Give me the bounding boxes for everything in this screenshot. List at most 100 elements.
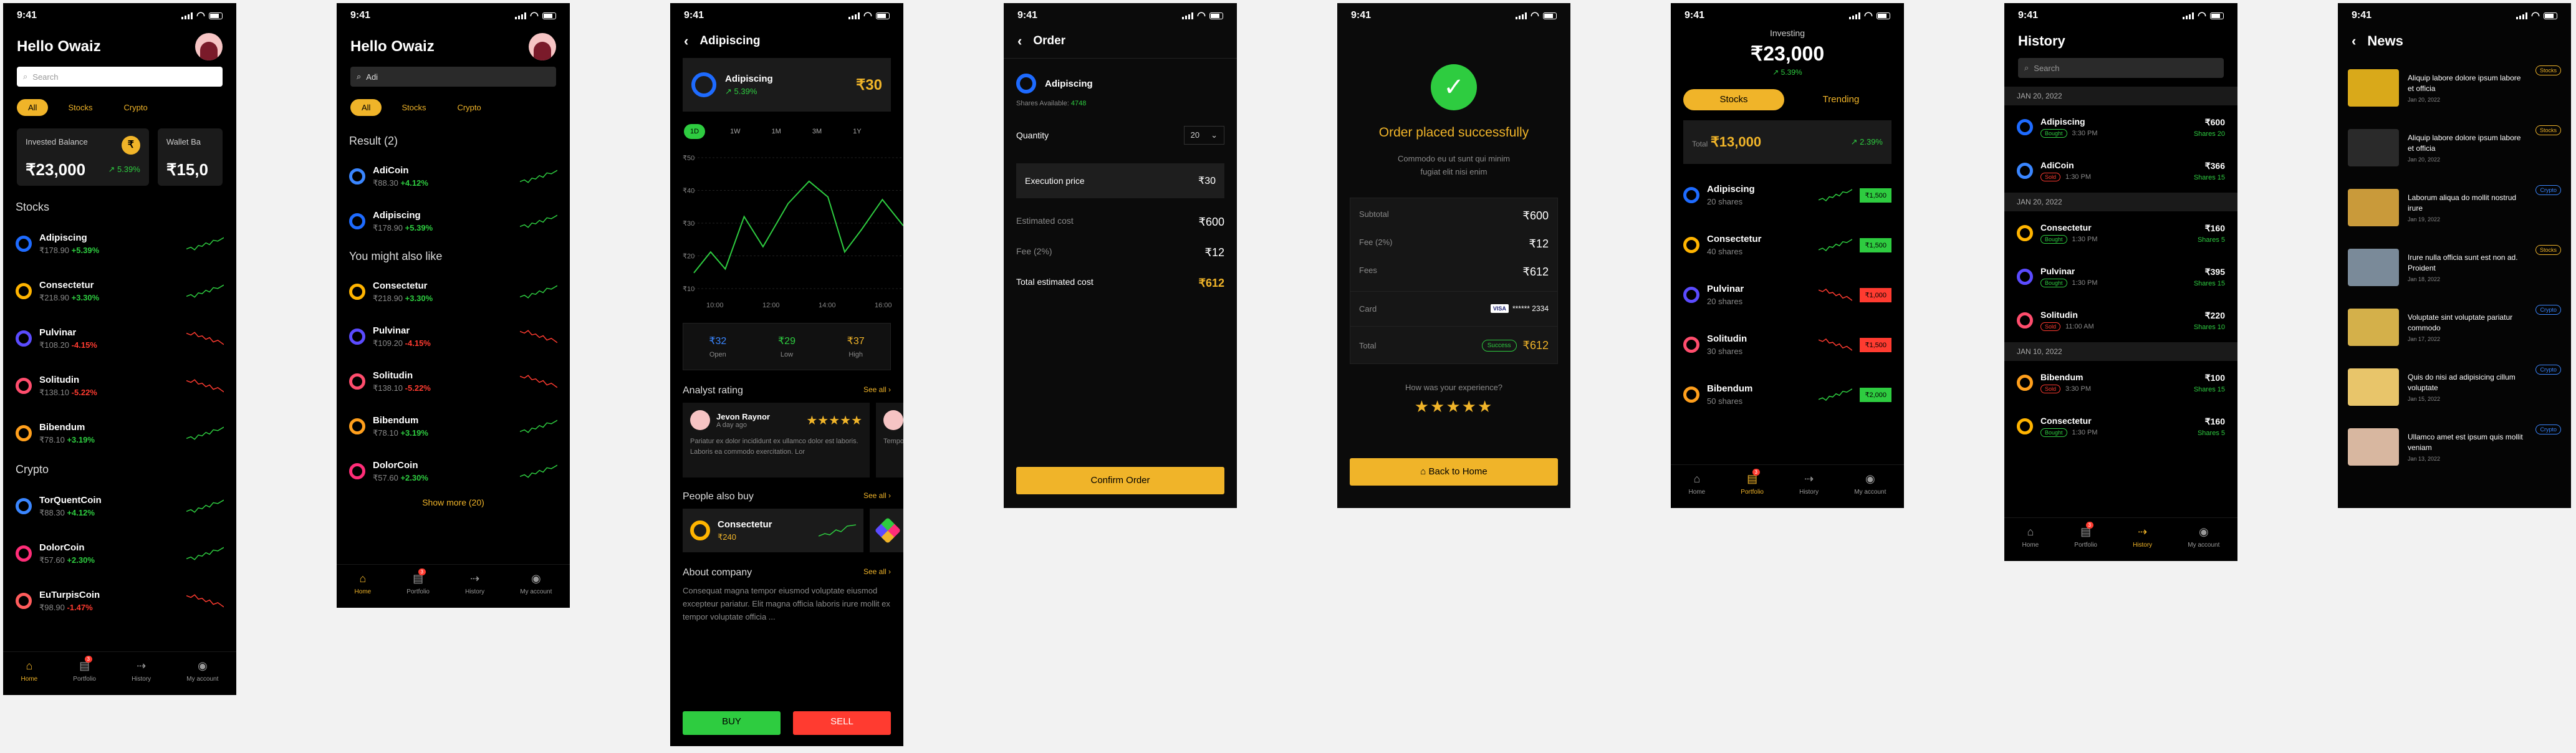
result-row[interactable]: AdiCoin ₹88.30 +4.12% [337, 154, 570, 199]
tab-account[interactable]: ◉ My account [186, 659, 218, 695]
history-row[interactable]: Adipiscing Bought 3:30 PM ₹600 Shares 20 [2004, 105, 2237, 149]
stock-row[interactable]: Consectetur ₹218.90 +3.30% [3, 267, 236, 315]
holding-row[interactable]: Pulvinar 20 shares ₹1,000 [1671, 270, 1904, 320]
tab-trending[interactable]: Trending [1790, 89, 1891, 110]
filter-crypto[interactable]: Crypto [112, 99, 158, 116]
status-icons: ◠ [2516, 9, 2557, 22]
filter-all[interactable]: All [350, 99, 382, 116]
range-1m[interactable]: 1M [766, 124, 787, 139]
news-item[interactable]: Ullamco amet est ipsum quis mollit venia… [2338, 417, 2571, 477]
sell-button[interactable]: SELL [793, 711, 891, 735]
filter-all[interactable]: All [17, 99, 49, 116]
wallet-balance-card[interactable]: Wallet Ba ₹15,0 [157, 128, 223, 186]
tab-home[interactable]: ⌂ Home [21, 659, 38, 695]
rating-stars-icon[interactable]: ★★★★★ [1337, 397, 1570, 416]
stock-row[interactable]: Pulvinar ₹108.20 -4.15% [3, 315, 236, 362]
news-item[interactable]: Aliquip labore dolore ipsum labore et of… [2338, 118, 2571, 178]
row-text: AdiCoin Sold 1:30 PM [2040, 160, 2186, 181]
tab-home[interactable]: ⌂ Home [1689, 472, 1706, 508]
show-more-link[interactable]: Show more (20) [337, 497, 570, 507]
tab-history[interactable]: ⇢ History [1799, 472, 1819, 508]
row-text: Adipiscing ₹178.90 +5.39% [39, 233, 179, 256]
row-sub: Sold 11:00 AM [2040, 322, 2186, 331]
analyst-see-all-link[interactable]: See all › [863, 385, 891, 396]
news-item[interactable]: Laborum aliqua do mollit nostrud irure Ja… [2338, 178, 2571, 237]
tab-portfolio[interactable]: ▤ Portfolio 3 [406, 568, 430, 608]
news-date: Jan 18, 2022 [2408, 276, 2441, 283]
holding-row[interactable]: Bibendum 50 shares ₹2,000 [1671, 370, 1904, 420]
buy-button[interactable]: BUY [683, 711, 781, 735]
tab-history[interactable]: ⇢ History [132, 659, 151, 695]
crypto-row[interactable]: DolorCoin ₹57.60 +2.30% [3, 530, 236, 577]
tab-portfolio[interactable]: ▤ Portfolio 3 [1741, 469, 1764, 508]
news-item[interactable]: Voluptate sint voluptate pariatur commod… [2338, 297, 2571, 357]
stock-row[interactable]: Solitudin ₹138.10 -5.22% [3, 362, 236, 410]
range-1d[interactable]: 1D [684, 124, 706, 139]
also-row[interactable]: Solitudin ₹138.10 -5.22% [337, 359, 570, 404]
result-row[interactable]: Adipiscing ₹178.90 +5.39% [337, 199, 570, 244]
also-buy-card[interactable]: Consectetur ₹240 [683, 509, 863, 552]
search-input[interactable]: ⌕ Search [2018, 58, 2224, 78]
filter-crypto[interactable]: Crypto [446, 99, 492, 116]
crypto-row[interactable]: EuTurpisCoin ₹98.90 -1.47% [3, 577, 236, 625]
tab-portfolio[interactable]: ▤ Portfolio 3 [2074, 522, 2097, 561]
search-input[interactable]: ⌕ Search [17, 67, 223, 87]
tab-account[interactable]: ◉ My account [2188, 525, 2219, 561]
row-change: +3.30% [71, 292, 100, 302]
history-row[interactable]: Bibendum Sold 3:30 PM ₹100 Shares 15 [2004, 361, 2237, 405]
tab-stocks[interactable]: Stocks [1683, 89, 1784, 110]
filter-stocks[interactable]: Stocks [390, 99, 437, 116]
sparkline-icon [1819, 239, 1853, 252]
confirm-order-button[interactable]: Confirm Order [1016, 467, 1224, 494]
holding-row[interactable]: Solitudin 30 shares ₹1,500 [1671, 320, 1904, 370]
filter-stocks[interactable]: Stocks [57, 99, 103, 116]
tab-history[interactable]: ⇢ History [2133, 525, 2152, 561]
also-buy-card-2[interactable] [870, 509, 903, 552]
avatar[interactable] [195, 33, 223, 60]
tab-home[interactable]: ⌂ Home [355, 572, 372, 608]
back-home-button[interactable]: ⌂ Back to Home [1350, 458, 1558, 486]
back-icon[interactable]: ‹ [2352, 33, 2356, 49]
stock-row[interactable]: Bibendum ₹78.10 +3.19% [3, 410, 236, 457]
also-row[interactable]: DolorCoin ₹57.60 +2.30% [337, 449, 570, 494]
invested-balance-card[interactable]: Invested Balance ₹23,000 ₹ ↗ 5.39% [17, 128, 149, 186]
subtotal-value: ₹600 [1522, 209, 1549, 222]
tab-label: My account [1854, 489, 1886, 496]
history-row[interactable]: Consectetur Bought 1:30 PM ₹160 Shares 5 [2004, 405, 2237, 448]
stock-logo-icon [691, 72, 716, 97]
history-row[interactable]: AdiCoin Sold 1:30 PM ₹366 Shares 15 [2004, 149, 2237, 193]
tab-history[interactable]: ⇢ History [465, 572, 484, 608]
also-row[interactable]: Bibendum ₹78.10 +3.19% [337, 404, 570, 449]
back-icon[interactable]: ‹ [684, 33, 688, 49]
history-row[interactable]: Pulvinar Bought 1:30 PM ₹395 Shares 15 [2004, 255, 2237, 299]
avatar[interactable] [529, 33, 556, 60]
tab-account[interactable]: ◉ My account [1854, 472, 1886, 508]
tab-portfolio[interactable]: ▤ Portfolio 3 [73, 656, 96, 695]
news-item[interactable]: Aliquip labore dolore ipsum labore et of… [2338, 58, 2571, 118]
news-item[interactable]: Irure nulla officia sunt est non ad. Pro… [2338, 237, 2571, 297]
quantity-select[interactable]: 20 ⌄ [1183, 126, 1224, 145]
range-1y[interactable]: 1Y [847, 124, 867, 139]
range-1w[interactable]: 1W [724, 124, 747, 139]
coin-logo-icon [16, 283, 32, 299]
history-row[interactable]: Solitudin Sold 11:00 AM ₹220 Shares 10 [2004, 299, 2237, 342]
also-row[interactable]: Pulvinar ₹109.20 -4.15% [337, 314, 570, 359]
history-row[interactable]: Consectetur Bought 1:30 PM ₹160 Shares 5 [2004, 211, 2237, 255]
coin-logo-icon [16, 425, 32, 441]
tab-home[interactable]: ⌂ Home [2022, 525, 2039, 561]
tab-account[interactable]: ◉ My account [520, 572, 552, 608]
also-see-all-link[interactable]: See all › [863, 491, 891, 502]
search-input[interactable]: ⌕ Adi [350, 67, 556, 87]
also-row[interactable]: Consectetur ₹218.90 +3.30% [337, 269, 570, 314]
range-3m[interactable]: 3M [806, 124, 828, 139]
holding-row[interactable]: Consectetur 40 shares ₹1,500 [1671, 220, 1904, 270]
crypto-row[interactable]: TorQuentCoin ₹88.30 +4.12% [3, 482, 236, 530]
about-see-all-link[interactable]: See all › [863, 567, 891, 578]
holding-row[interactable]: Adipiscing 20 shares ₹1,500 [1671, 170, 1904, 220]
stock-row[interactable]: Adipiscing ₹178.90 +5.39% [3, 220, 236, 267]
trade-shares: Shares 5 [2197, 429, 2225, 437]
row-sub: Bought 3:30 PM [2040, 129, 2186, 138]
row-text: Pulvinar 20 shares [1707, 284, 1811, 306]
news-item[interactable]: Quis do nisi ad adipisicing cillum volup… [2338, 357, 2571, 417]
back-icon[interactable]: ‹ [1017, 33, 1022, 49]
